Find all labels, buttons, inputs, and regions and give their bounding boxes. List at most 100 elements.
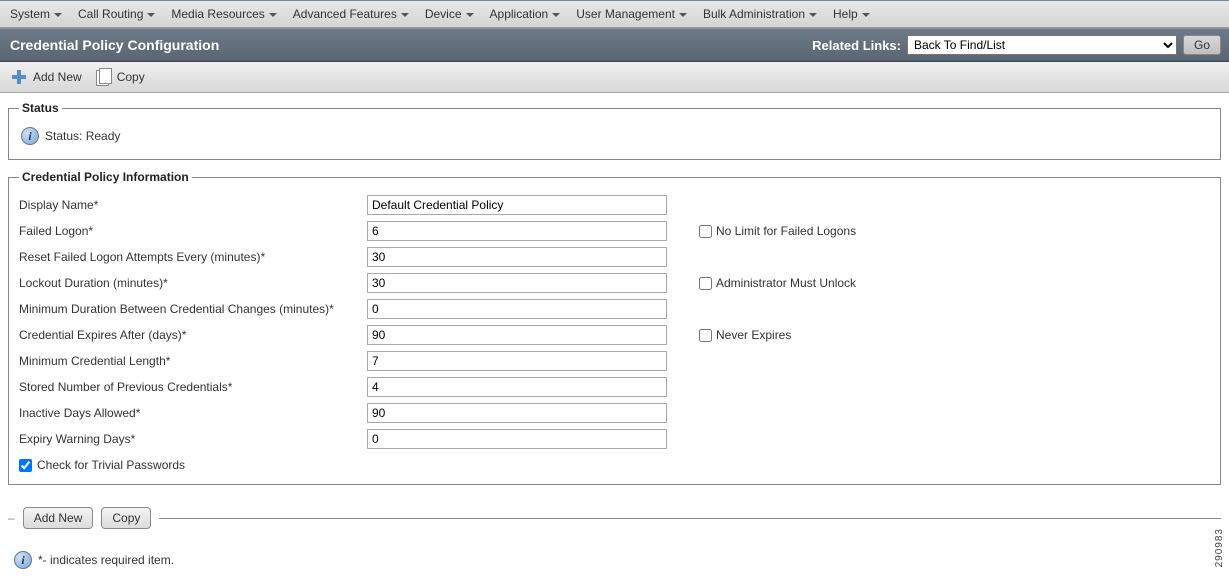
menu-label: Device [425,7,462,21]
input-min-length[interactable] [367,351,667,371]
input-reset-attempts[interactable] [367,247,667,267]
caret-down-icon [269,13,277,17]
footnote: i *- indicates required item. [0,533,1229,577]
related-links: Related Links: Back To Find/List Go [812,35,1221,55]
credential-policy-fieldset: Credential Policy Information Display Na… [8,170,1221,485]
go-button[interactable]: Go [1183,35,1221,55]
image-id: 290983 [1214,528,1225,567]
caret-down-icon [466,13,474,17]
menu-media-resources[interactable]: Media Resources [165,4,284,24]
check-admin-must-unlock-wrapper: Administrator Must Unlock [699,276,856,290]
row-stored-prev: Stored Number of Previous Credentials* [19,374,1210,400]
copy-button[interactable]: Copy [101,507,151,529]
label-lockout-duration: Lockout Duration (minutes)* [19,276,359,290]
page-header: Credential Policy Configuration Related … [0,28,1229,62]
menu-help[interactable]: Help [827,4,878,24]
row-inactive-days: Inactive Days Allowed* [19,400,1210,426]
label-stored-prev: Stored Number of Previous Credentials* [19,380,359,394]
row-display-name: Display Name* [19,192,1210,218]
check-no-limit-failed-logons[interactable] [699,225,712,238]
menu-label: Advanced Features [293,7,397,21]
menu-device[interactable]: Device [419,4,482,24]
bottom-actions: – Add New Copy [0,503,1229,533]
dash-icon: – [8,511,15,525]
status-fieldset: Status i Status: Ready [8,101,1221,160]
footnote-text: *- indicates required item. [38,553,174,567]
menubar: System Call Routing Media Resources Adva… [0,0,1229,28]
menu-user-management[interactable]: User Management [570,4,695,24]
info-icon: i [14,551,32,569]
row-expires-after: Credential Expires After (days)* Never E… [19,322,1210,348]
row-trivial-passwords: Check for Trivial Passwords [19,452,1210,474]
check-never-expires[interactable] [699,329,712,342]
label-display-name: Display Name* [19,198,359,212]
menu-application[interactable]: Application [484,4,569,24]
label-failed-logon: Failed Logon* [19,224,359,238]
caret-down-icon [809,13,817,17]
caret-down-icon [401,13,409,17]
label-min-length: Minimum Credential Length* [19,354,359,368]
menu-label: Bulk Administration [703,7,805,21]
check-trivial-passwords[interactable] [19,459,32,472]
menu-advanced-features[interactable]: Advanced Features [287,4,417,24]
toolbar-copy-label: Copy [117,70,145,84]
caret-down-icon [54,13,62,17]
input-display-name[interactable] [367,195,667,215]
row-failed-logon: Failed Logon* No Limit for Failed Logons [19,218,1210,244]
status-text: Status: Ready [45,129,120,143]
credential-policy-legend: Credential Policy Information [19,170,192,184]
label-inactive-days: Inactive Days Allowed* [19,406,359,420]
label-min-duration-changes: Minimum Duration Between Credential Chan… [19,302,359,316]
check-never-expires-wrapper: Never Expires [699,328,791,342]
page-title: Credential Policy Configuration [10,37,219,53]
menu-label: Call Routing [78,7,143,21]
row-reset-attempts: Reset Failed Logon Attempts Every (minut… [19,244,1210,270]
info-icon: i [21,127,39,145]
menu-label: System [10,7,50,21]
related-links-label: Related Links: [812,38,901,53]
menu-label: User Management [576,7,675,21]
menu-label: Media Resources [171,7,264,21]
row-min-length: Minimum Credential Length* [19,348,1210,374]
status-legend: Status [19,101,62,115]
caret-down-icon [862,13,870,17]
content: Status i Status: Ready Credential Policy… [0,93,1229,503]
menu-system[interactable]: System [4,4,70,24]
row-min-duration-changes: Minimum Duration Between Credential Chan… [19,296,1210,322]
caret-down-icon [679,13,687,17]
menu-bulk-administration[interactable]: Bulk Administration [697,4,825,24]
check-trivial-passwords-label: Check for Trivial Passwords [37,458,185,472]
input-expiry-warning[interactable] [367,429,667,449]
caret-down-icon [147,13,155,17]
label-expiry-warning: Expiry Warning Days* [19,432,359,446]
check-no-limit-failed-logons-label: No Limit for Failed Logons [716,224,856,238]
menu-label: Help [833,7,858,21]
toolbar-add-new-label: Add New [33,70,82,84]
check-admin-must-unlock[interactable] [699,277,712,290]
caret-down-icon [552,13,560,17]
add-new-button[interactable]: Add New [23,507,94,529]
copy-icon [96,68,112,86]
input-lockout-duration[interactable] [367,273,667,293]
input-expires-after[interactable] [367,325,667,345]
divider-line [159,518,1221,519]
input-stored-prev[interactable] [367,377,667,397]
check-no-limit-failed-logons-wrapper: No Limit for Failed Logons [699,224,856,238]
menu-label: Application [490,7,549,21]
check-admin-must-unlock-label: Administrator Must Unlock [716,276,856,290]
menu-call-routing[interactable]: Call Routing [72,4,163,24]
label-expires-after: Credential Expires After (days)* [19,328,359,342]
toolbar-add-new[interactable]: Add New [10,68,82,86]
input-failed-logon[interactable] [367,221,667,241]
row-lockout-duration: Lockout Duration (minutes)* Administrato… [19,270,1210,296]
label-reset-attempts: Reset Failed Logon Attempts Every (minut… [19,250,359,264]
toolbar-copy[interactable]: Copy [96,68,145,86]
input-inactive-days[interactable] [367,403,667,423]
related-links-select[interactable]: Back To Find/List [907,35,1177,55]
check-never-expires-label: Never Expires [716,328,791,342]
input-min-duration-changes[interactable] [367,299,667,319]
status-row: i Status: Ready [19,123,1210,149]
row-expiry-warning: Expiry Warning Days* [19,426,1210,452]
plus-icon [10,68,28,86]
toolbar: Add New Copy [0,62,1229,93]
